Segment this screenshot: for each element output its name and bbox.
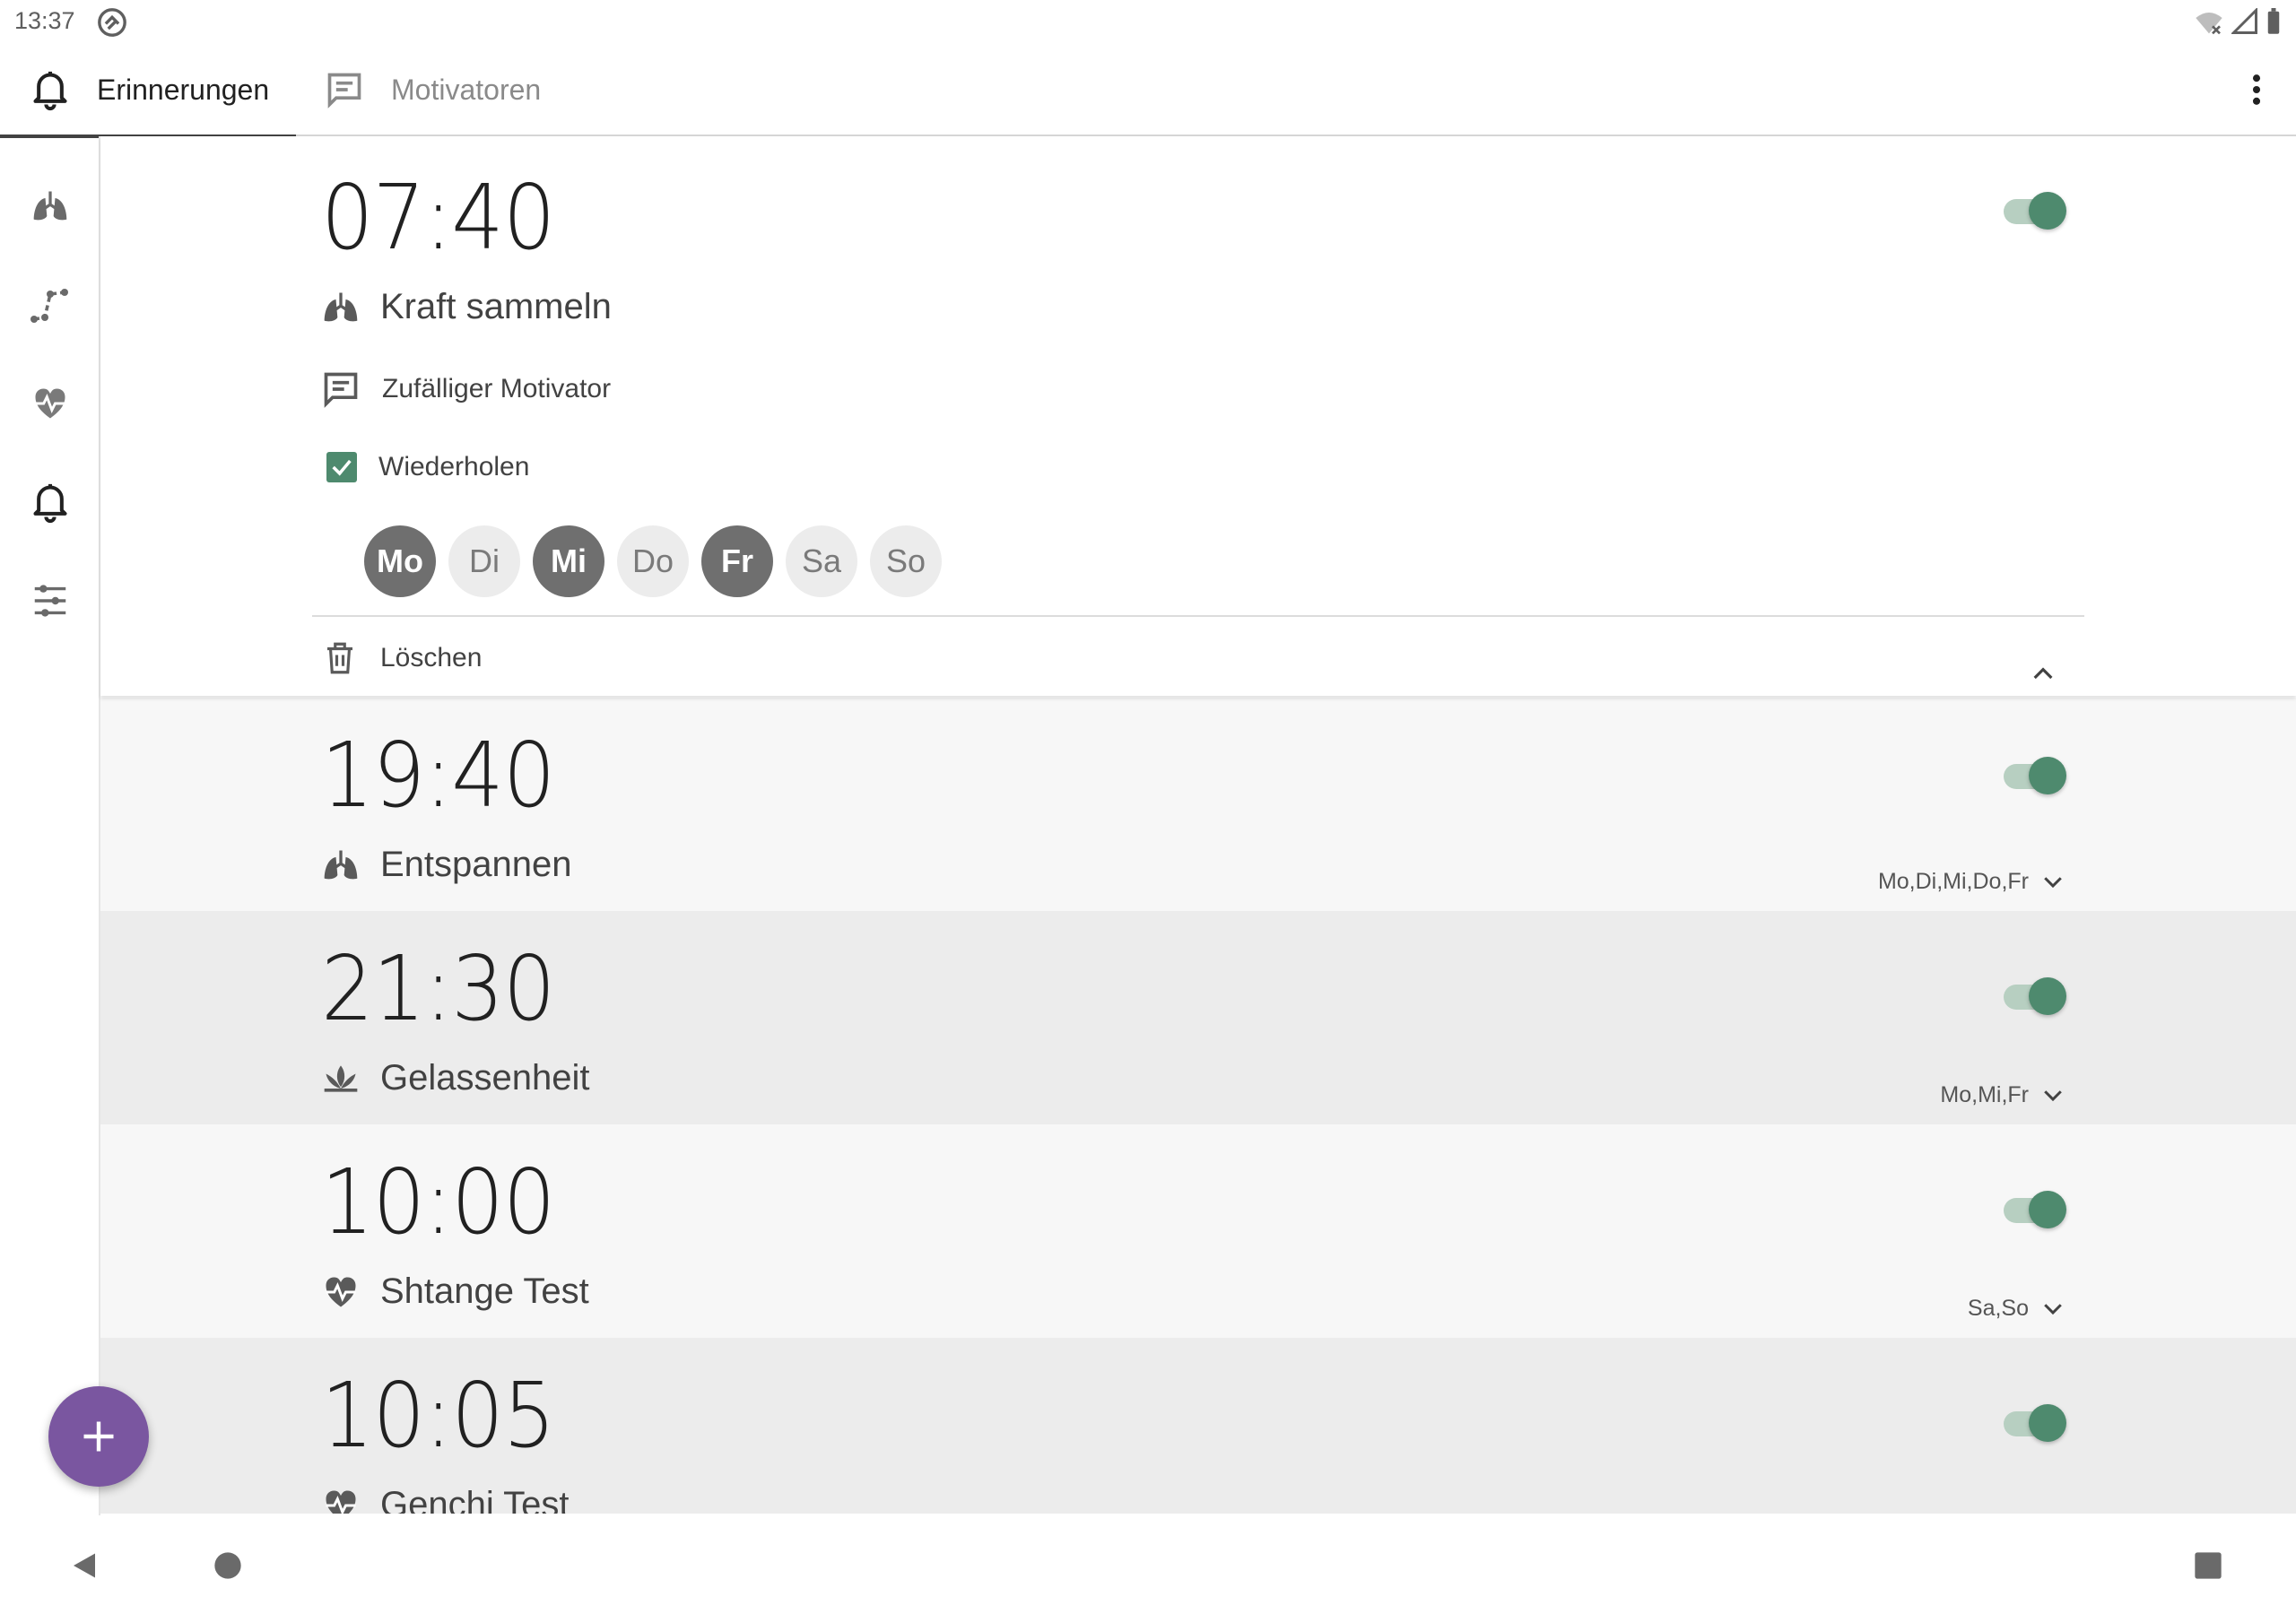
lungs-icon <box>33 191 67 221</box>
lungs-icon <box>324 850 358 879</box>
signal-icon <box>2231 8 2257 34</box>
chevron-up-icon[interactable] <box>2029 660 2057 689</box>
message-icon <box>327 73 361 108</box>
days-summary-text: Mo,Mi,Fr <box>1940 1081 2029 1107</box>
tab-label: Erinnerungen <box>97 73 270 106</box>
day-chip-do[interactable]: Do <box>617 525 689 597</box>
rail-item-settings[interactable] <box>23 574 77 628</box>
reminder-card-expanded[interactable]: 07:40 Kraft sammeln Zufälliger Motivator… <box>100 136 2296 696</box>
heart-icon <box>326 1277 356 1306</box>
heart-icon <box>326 1490 356 1514</box>
reminder-toggle[interactable] <box>2004 1404 2068 1442</box>
motivator-label: Zufälliger Motivator <box>382 374 612 404</box>
day-chip-fr[interactable]: Fr <box>701 525 773 597</box>
exercise-name: Genchi Test <box>380 1485 570 1514</box>
exercise-name: Shtange Test <box>380 1271 589 1311</box>
system-navigation-bar <box>0 1515 2296 1614</box>
day-chip-sa[interactable]: Sa <box>786 525 857 597</box>
reminder-time[interactable]: 21:30 <box>321 936 555 1041</box>
exercise-name: Gelassenheit <box>380 1058 590 1098</box>
weekday-selector: Mo Di Mi Do Fr Sa So <box>364 525 942 597</box>
delete-button[interactable]: Löschen <box>321 638 482 678</box>
motivator-row[interactable]: Zufälliger Motivator <box>321 369 611 409</box>
tab-motivatoren[interactable]: Motivatoren <box>325 43 541 136</box>
back-icon[interactable] <box>68 1548 100 1584</box>
tab-erinnerungen[interactable]: Erinnerungen <box>0 43 296 138</box>
reminder-time[interactable]: 10:05 <box>321 1363 555 1468</box>
repeat-checkbox[interactable] <box>326 452 357 482</box>
reminder-toggle[interactable] <box>2004 192 2068 230</box>
rail-item-heart[interactable] <box>23 377 77 430</box>
chevron-down-icon <box>2044 877 2062 889</box>
more-vert-icon[interactable] <box>2237 70 2276 109</box>
add-reminder-button[interactable] <box>48 1386 149 1487</box>
reminder-toggle[interactable] <box>2004 1191 2068 1228</box>
reminder-time[interactable]: 10:00 <box>321 1150 555 1254</box>
reminder-card[interactable]: 10:05 Genchi Test <box>100 1338 2296 1514</box>
heart-icon <box>35 388 65 419</box>
reminder-card[interactable]: 21:30 Gelassenheit Mo,Mi,Fr <box>100 911 2296 1124</box>
progress-icon <box>30 289 68 323</box>
home-icon[interactable] <box>213 1551 242 1580</box>
chevron-down-icon <box>2044 1304 2062 1315</box>
day-chip-di[interactable]: Di <box>448 525 520 597</box>
toggle-knob <box>2029 192 2066 230</box>
reminder-toggle[interactable] <box>2004 977 2068 1015</box>
wifi-off-icon <box>2196 13 2222 35</box>
toggle-knob <box>2029 757 2066 794</box>
status-time: 13:37 <box>14 7 75 34</box>
trash-icon <box>327 642 352 674</box>
plus-icon <box>83 1421 114 1452</box>
tab-bar: Erinnerungen Motivatoren <box>0 43 2296 138</box>
days-summary[interactable]: Mo,Mi,Fr <box>1940 1081 2066 1108</box>
reminder-exercise[interactable]: Genchi Test <box>321 1485 570 1514</box>
exercise-name: Entspannen <box>380 845 572 884</box>
recents-icon[interactable] <box>2194 1551 2222 1580</box>
status-icons <box>2194 7 2282 36</box>
notification-app-icon <box>98 8 126 37</box>
status-bar: 13:37 <box>0 0 2296 43</box>
tab-label: Motivatoren <box>391 73 542 106</box>
reminder-exercise[interactable]: Gelassenheit <box>321 1058 589 1098</box>
days-summary-text: Mo,Di,Mi,Do,Fr <box>1877 868 2029 894</box>
lungs-icon <box>324 292 358 321</box>
repeat-row[interactable]: Wiederholen <box>326 452 529 482</box>
day-chip-mo[interactable]: Mo <box>364 525 436 597</box>
bell-icon <box>33 483 67 524</box>
days-summary[interactable]: Mo,Di,Mi,Do,Fr <box>1878 868 2066 895</box>
reminder-exercise[interactable]: Entspannen <box>321 845 572 885</box>
reminder-toggle[interactable] <box>2004 757 2068 794</box>
divider <box>312 615 2084 617</box>
reminder-card[interactable]: 19:40 Entspannen Mo,Di,Mi,Do,Fr <box>100 698 2296 911</box>
check-icon <box>332 459 352 476</box>
delete-label: Löschen <box>380 643 483 672</box>
reminder-exercise[interactable]: Shtange Test <box>321 1271 589 1312</box>
day-chip-so[interactable]: So <box>870 525 942 597</box>
repeat-label: Wiederholen <box>378 452 530 482</box>
rail-item-breathing[interactable] <box>23 179 77 233</box>
toggle-knob <box>2029 1404 2066 1442</box>
battery-icon <box>2267 8 2280 34</box>
day-chip-mi[interactable]: Mi <box>533 525 604 597</box>
chevron-down-icon <box>2044 1090 2062 1102</box>
exercise-name: Kraft sammeln <box>380 287 612 326</box>
reminder-time[interactable]: 19:40 <box>321 723 555 828</box>
days-summary[interactable]: Sa,So <box>1968 1295 2066 1322</box>
reminder-exercise[interactable]: Kraft sammeln <box>321 287 612 327</box>
rail-item-reminders[interactable] <box>23 475 77 529</box>
reminder-time[interactable]: 07:40 <box>321 165 555 270</box>
message-icon <box>324 372 358 408</box>
bell-icon <box>33 71 67 111</box>
sliders-icon <box>34 585 66 617</box>
toggle-knob <box>2029 977 2066 1015</box>
toggle-knob <box>2029 1191 2066 1228</box>
days-summary-text: Sa,So <box>1967 1295 2029 1321</box>
side-navigation-rail <box>0 136 100 1517</box>
lotus-icon <box>324 1064 358 1092</box>
reminder-card[interactable]: 10:00 Shtange Test Sa,So <box>100 1124 2296 1338</box>
rail-item-progress[interactable] <box>23 278 77 332</box>
